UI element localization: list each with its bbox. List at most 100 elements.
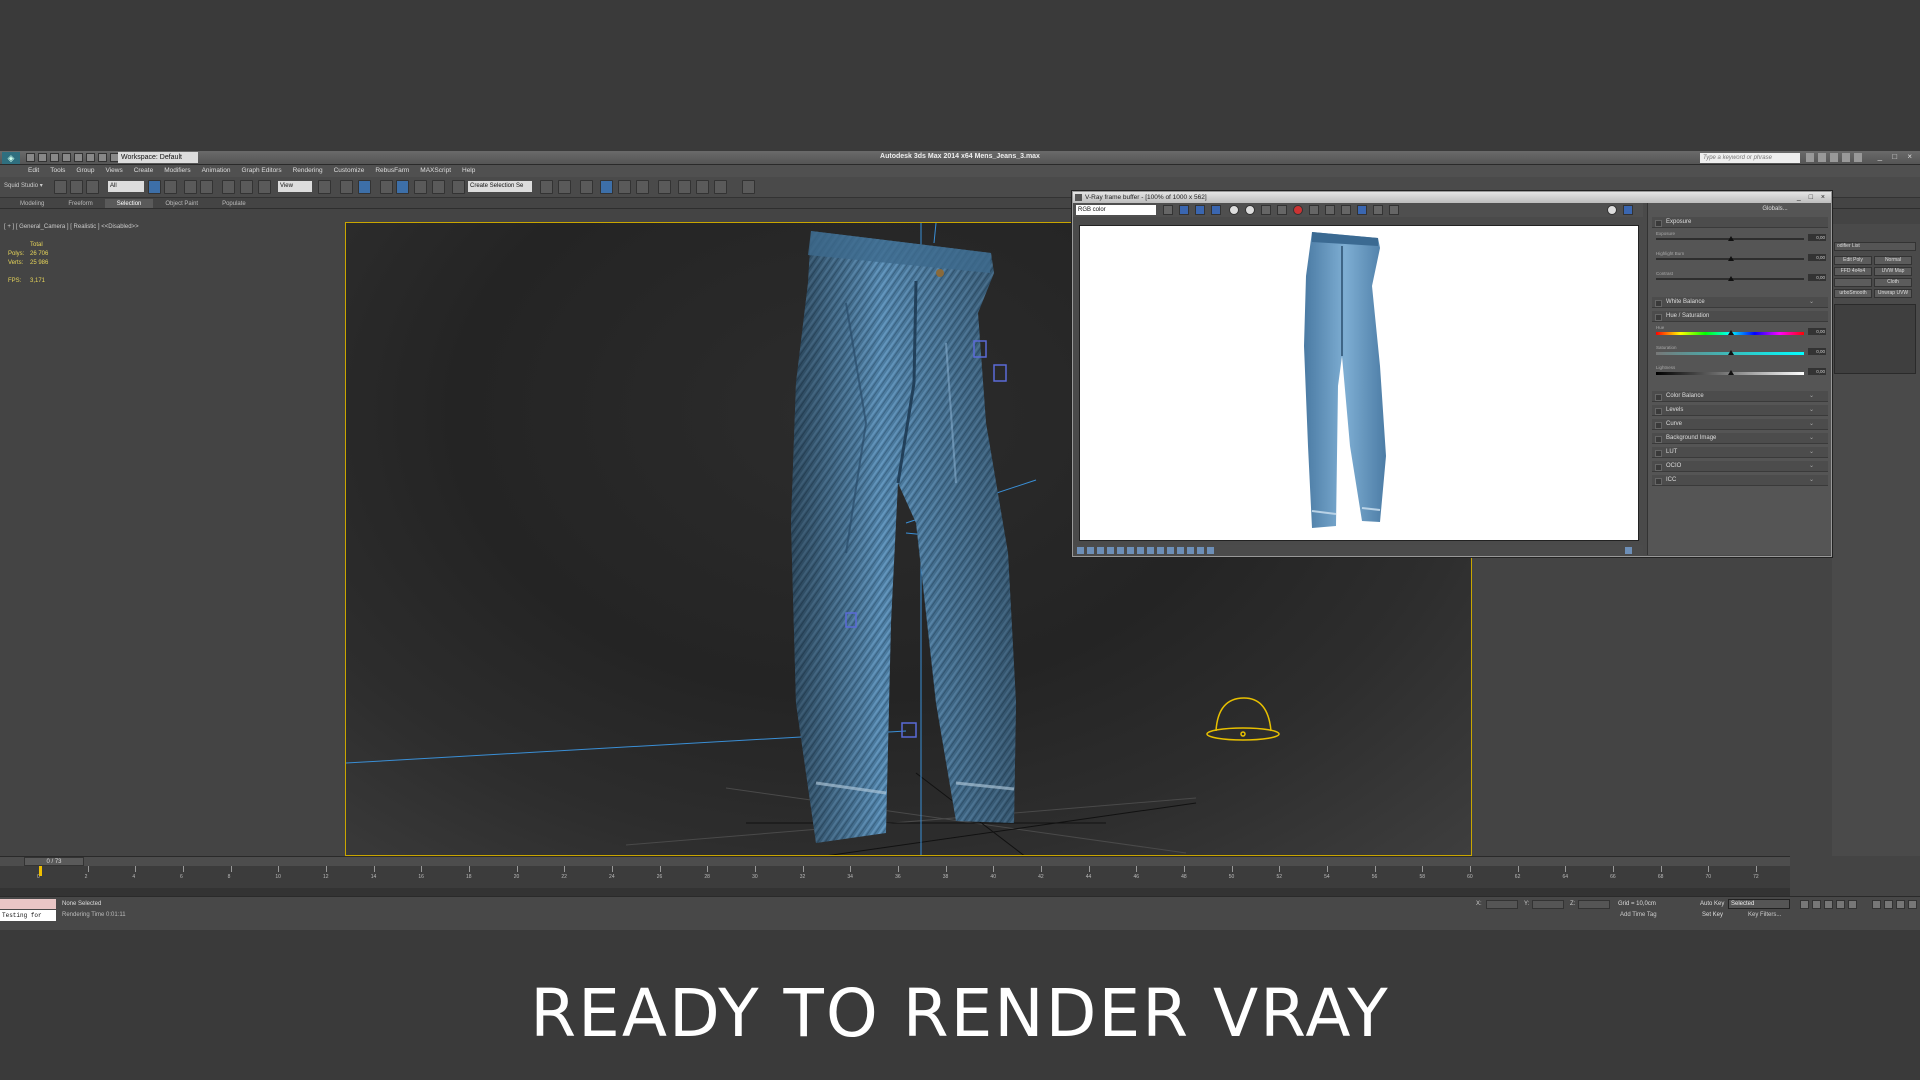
vfb-title-bar[interactable]: V-Ray frame buffer - [100% of 1000 x 562… bbox=[1073, 192, 1831, 203]
slider-saturation[interactable]: Saturation 0,00 bbox=[1656, 345, 1826, 357]
time-slider-handle[interactable]: 0 / 73 bbox=[24, 857, 84, 866]
modifier-button-turbosmooth[interactable]: urboSmooth bbox=[1834, 289, 1872, 298]
unlink-icon[interactable] bbox=[70, 180, 83, 194]
graphite-tools-icon[interactable] bbox=[600, 180, 613, 194]
mono-icon[interactable] bbox=[1245, 205, 1255, 215]
rotate-icon[interactable] bbox=[240, 180, 253, 194]
vfb-bottom-icon-8[interactable] bbox=[1147, 547, 1154, 554]
menu-group[interactable]: Group bbox=[76, 165, 94, 177]
slider-lightness[interactable]: Lightness 0,00 bbox=[1656, 365, 1826, 377]
previous-frame-icon[interactable] bbox=[1812, 900, 1821, 909]
vfb-bottom-icon-9[interactable] bbox=[1157, 547, 1164, 554]
section-exposure[interactable]: Exposure bbox=[1652, 217, 1828, 228]
region-render-icon[interactable] bbox=[1309, 205, 1319, 215]
modifier-button-ffd[interactable]: FFD 4x4x4 bbox=[1834, 267, 1872, 276]
slider-contrast[interactable]: Contrast 0,00 bbox=[1656, 271, 1826, 283]
studio-dropdown[interactable]: Squid Studio ▾ bbox=[4, 182, 43, 189]
window-controls[interactable]: _ □ × bbox=[1878, 152, 1916, 161]
vfb-bottom-icon-3[interactable] bbox=[1097, 547, 1104, 554]
window-crossing-icon[interactable] bbox=[200, 180, 213, 194]
help-icon[interactable] bbox=[1854, 153, 1862, 162]
zoom-icon[interactable] bbox=[1872, 900, 1881, 909]
move-icon[interactable] bbox=[222, 180, 235, 194]
section-icc[interactable]: ICC ⌄ bbox=[1652, 475, 1828, 486]
edit-named-selection-icon[interactable] bbox=[452, 180, 465, 194]
alpha-channel-icon[interactable] bbox=[1229, 205, 1239, 215]
modifier-button-uvw-map[interactable]: UVW Map bbox=[1874, 267, 1912, 276]
slider-exposure[interactable]: Exposure 0,00 bbox=[1656, 231, 1826, 243]
modifier-button-normal[interactable]: Normal bbox=[1874, 256, 1912, 265]
timeline-current-frame-marker[interactable] bbox=[39, 866, 42, 876]
render-setup-icon[interactable] bbox=[678, 180, 691, 194]
binoculars-icon[interactable] bbox=[1806, 153, 1814, 162]
schematic-view-icon[interactable] bbox=[636, 180, 649, 194]
named-selection-dropdown[interactable]: Create Selection Se bbox=[468, 181, 532, 192]
timeline-ruler[interactable]: 0 2 4 6 8 10 12 14 16 18 20 22 24 26 28 30 32 34 36 38 40 42 4… bbox=[0, 866, 1790, 888]
menu-create[interactable]: Create bbox=[134, 165, 154, 177]
slider-hue[interactable]: Hue 0,00 bbox=[1656, 325, 1826, 337]
goto-end-icon[interactable] bbox=[1848, 900, 1857, 909]
modifier-button-empty[interactable] bbox=[1834, 278, 1872, 287]
vfb-bottom-icon-4[interactable] bbox=[1107, 547, 1114, 554]
time-slider[interactable]: 0 / 73 bbox=[0, 856, 1790, 866]
pivot-center-icon[interactable] bbox=[318, 180, 331, 194]
rebusfarm-icon[interactable] bbox=[742, 180, 755, 194]
save-image-icon[interactable] bbox=[1163, 205, 1173, 215]
reference-coord-dropdown[interactable]: View bbox=[278, 181, 312, 192]
angle-snap-icon[interactable] bbox=[396, 180, 409, 194]
menu-graph-editors[interactable]: Graph Editors bbox=[242, 165, 282, 177]
render-icon[interactable] bbox=[1389, 205, 1399, 215]
channel-dropdown[interactable]: RGB color bbox=[1076, 205, 1156, 215]
subscription-icon[interactable] bbox=[1818, 153, 1826, 162]
modifier-stack[interactable] bbox=[1834, 304, 1916, 374]
coord-y-field[interactable] bbox=[1532, 900, 1564, 909]
section-curve[interactable]: Curve ⌄ bbox=[1652, 419, 1828, 430]
globals-button[interactable]: Globals... bbox=[1648, 204, 1832, 215]
vfb-bottom-icon-14[interactable] bbox=[1207, 547, 1214, 554]
set-key-button[interactable]: Set Key bbox=[1702, 912, 1723, 918]
green-channel-icon[interactable] bbox=[1195, 205, 1205, 215]
search-input[interactable]: Type a keyword or phrase bbox=[1700, 153, 1800, 163]
section-hue-saturation[interactable]: Hue / Saturation bbox=[1652, 311, 1828, 322]
color-correction-toggle-icon[interactable] bbox=[1607, 205, 1617, 215]
play-icon[interactable] bbox=[1824, 900, 1833, 909]
lens-effects-icon[interactable] bbox=[1341, 205, 1351, 215]
section-color-balance[interactable]: Color Balance ⌄ bbox=[1652, 391, 1828, 402]
menu-views[interactable]: Views bbox=[105, 165, 122, 177]
clear-image-icon[interactable] bbox=[1373, 205, 1383, 215]
pan-icon[interactable] bbox=[1896, 900, 1905, 909]
snaps-toggle-icon[interactable] bbox=[380, 180, 393, 194]
link-icon[interactable] bbox=[54, 180, 67, 194]
add-time-tag[interactable]: Add Time Tag bbox=[1620, 912, 1657, 918]
section-lut[interactable]: LUT ⌄ bbox=[1652, 447, 1828, 458]
modifier-button-edit-poly[interactable]: Edit Poly bbox=[1834, 256, 1872, 265]
history-icon[interactable] bbox=[1357, 205, 1367, 215]
favorites-icon[interactable] bbox=[1842, 153, 1850, 162]
modifier-button-unwrap-uvw[interactable]: Unwrap UVW bbox=[1874, 289, 1912, 298]
tab-selection[interactable]: Selection bbox=[104, 199, 154, 208]
maxscript-listener-output[interactable] bbox=[0, 899, 56, 909]
stop-render-icon[interactable] bbox=[1293, 205, 1303, 215]
auto-key-button[interactable]: Auto Key bbox=[1700, 901, 1724, 907]
rectangle-selection-icon[interactable] bbox=[184, 180, 197, 194]
select-object-icon[interactable] bbox=[148, 180, 161, 194]
layer-manager-icon[interactable] bbox=[580, 180, 593, 194]
coord-x-field[interactable] bbox=[1486, 900, 1518, 909]
vfb-window-controls[interactable]: _ □ × bbox=[1797, 192, 1828, 203]
percent-snap-icon[interactable] bbox=[414, 180, 427, 194]
key-filters-button[interactable]: Key Filters... bbox=[1748, 912, 1781, 918]
tab-object-paint[interactable]: Object Paint bbox=[153, 199, 210, 208]
section-white-balance[interactable]: White Balance ⌄ bbox=[1652, 297, 1828, 308]
maximize-viewport-icon[interactable] bbox=[1908, 900, 1917, 909]
vfb-resize-icon[interactable] bbox=[1625, 547, 1632, 554]
goto-start-icon[interactable] bbox=[1800, 900, 1809, 909]
mirror-icon[interactable] bbox=[540, 180, 553, 194]
jeans-model[interactable] bbox=[791, 231, 1016, 843]
menu-modifiers[interactable]: Modifiers bbox=[164, 165, 190, 177]
menu-rebusfarm[interactable]: RebusFarm bbox=[375, 165, 409, 177]
align-icon[interactable] bbox=[558, 180, 571, 194]
select-manipulate-icon[interactable] bbox=[340, 180, 353, 194]
bind-spacewarp-icon[interactable] bbox=[86, 180, 99, 194]
viewport-label[interactable]: [ + ] [ General_Camera ] [ Realistic ] <… bbox=[4, 224, 139, 230]
menu-help[interactable]: Help bbox=[462, 165, 475, 177]
